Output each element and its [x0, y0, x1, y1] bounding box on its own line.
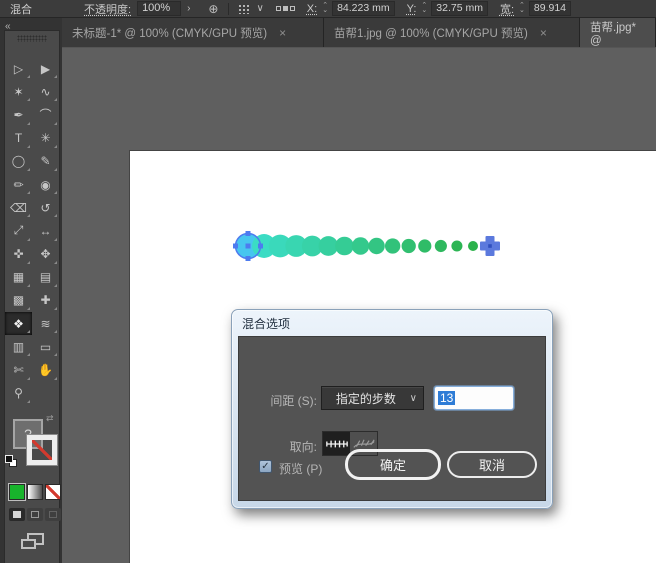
tab-title: 未标题-1* @ 100% (CMYK/GPU 预览): [72, 27, 268, 40]
y-label[interactable]: Y:: [407, 3, 417, 15]
blob-brush-tool[interactable]: ◉: [32, 173, 59, 196]
preview-label: 预览 (P): [279, 462, 323, 476]
align-to-page-icon: [325, 440, 348, 447]
color-button[interactable]: [8, 483, 26, 501]
ok-button[interactable]: 确定: [345, 449, 441, 480]
gradient-tool[interactable]: ▩: [5, 289, 32, 312]
artboard-tool[interactable]: ▭: [32, 335, 59, 358]
tab-untitled-1[interactable]: 未标题-1* @ 100% (CMYK/GPU 预览) ×: [62, 18, 324, 47]
tab-title: 苗帮.jpg* @: [590, 21, 637, 47]
free-transform-tool[interactable]: ✥: [32, 243, 59, 266]
ellipse-tool[interactable]: ◯: [5, 150, 32, 173]
tab-title: 苗帮1.jpg @ 100% (CMYK/GPU 预览): [334, 27, 528, 40]
direct-selection-tool[interactable]: ▶: [32, 57, 59, 80]
color-mode-row: [8, 483, 61, 501]
line-segment-tool[interactable]: ✳: [32, 127, 59, 150]
width-stepper[interactable]: ⌃ ⌄: [519, 2, 525, 14]
opacity-expand-button[interactable]: ›: [187, 3, 190, 14]
none-button[interactable]: [45, 484, 61, 500]
hand-tool[interactable]: ✋: [32, 358, 59, 381]
eyedropper-tool[interactable]: ✚: [32, 289, 59, 312]
tab-close-icon[interactable]: ×: [277, 26, 288, 40]
chevron-down-icon: ∨: [409, 392, 417, 404]
blend-tool[interactable]: ❖: [5, 312, 32, 336]
preview-checkbox[interactable]: ✓: [259, 460, 272, 473]
pen-tool[interactable]: ✒: [5, 103, 32, 126]
rotate-tool[interactable]: ↺: [32, 196, 59, 219]
dialog-body: 间距 (S): 指定的步数 ∨ 13 取向: ✓ 预览 (P) 确定 取消: [238, 336, 546, 501]
tools-panel: ▷ ▶ ✶ ∿ ✒ ⌒ T ✳ ◯ ✎ ✏ ◉ ⌫ ↺ ⤢ ↔ ✜ ✥ ▦ ▤ ▩ ✚ ❖ ≋ ▥ ▭ ✄ ✋ ⚲ ? ⇄: [4, 30, 61, 563]
screen-mode-button[interactable]: [21, 533, 45, 551]
x-stepper[interactable]: ⌃ ⌄: [322, 2, 328, 14]
spacing-select[interactable]: 指定的步数 ∨: [321, 386, 424, 410]
draw-normal-mode-button[interactable]: [9, 508, 25, 521]
spacing-label: 间距 (S):: [270, 394, 317, 408]
snap-grid-dropdown-icon[interactable]: ∨: [256, 3, 263, 14]
tab-close-icon[interactable]: ×: [538, 26, 549, 40]
steps-value-selected: 13: [438, 391, 456, 405]
tool-rail: « ▷ ▶ ✶ ∿ ✒ ⌒ T ✳ ◯ ✎ ✏ ◉ ⌫ ↺ ⤢ ↔ ✜ ✥ ▦ ▤ ▩ ✚ ❖ ≋ ▥ ▭ ✄ ✋ ⚲ ? ⇄: [0, 18, 62, 563]
tab-miaobang1-jpg[interactable]: 苗帮1.jpg @ 100% (CMYK/GPU 预览) ×: [324, 18, 580, 47]
draw-behind-mode-button[interactable]: [27, 508, 43, 521]
illustrator-window: 混合 不透明度: 100% › ⊕ ∨ X: ⌃ ⌄ 84.223 mm Y: ⌃…: [0, 0, 656, 563]
width-tool[interactable]: ↔: [32, 219, 59, 242]
opacity-value[interactable]: 100%: [137, 1, 182, 16]
mesh-tool[interactable]: ▤: [32, 266, 59, 289]
perspective-grid-tool[interactable]: ▦: [5, 266, 32, 289]
pencil-tool[interactable]: ✏: [5, 173, 32, 196]
scale-tool[interactable]: ⤢: [5, 219, 32, 242]
document-tab-bar: 未标题-1* @ 100% (CMYK/GPU 预览) × 苗帮1.jpg @ …: [62, 18, 656, 47]
width-value[interactable]: 89.914: [528, 1, 572, 16]
align-icon[interactable]: [275, 6, 295, 11]
swap-fill-stroke-icon[interactable]: ⇄: [46, 413, 54, 424]
spacing-selected-value: 指定的步数: [335, 391, 396, 406]
x-label[interactable]: X:: [307, 3, 317, 15]
toolbar-divider: [228, 2, 230, 15]
orientation-label: 取向:: [289, 440, 317, 454]
gradient-button[interactable]: [27, 484, 43, 500]
column-graph-tool[interactable]: ▥: [5, 335, 32, 358]
symbol-sprayer-tool[interactable]: ≋: [32, 312, 59, 335]
cancel-button[interactable]: 取消: [447, 451, 537, 478]
snap-grid-icon[interactable]: [237, 3, 251, 14]
screen-mode-icon: [21, 539, 36, 549]
curvature-tool[interactable]: ⌒: [32, 103, 59, 126]
paintbrush-tool[interactable]: ✎: [32, 150, 59, 173]
tab-miaobang-jpg[interactable]: 苗帮.jpg* @: [580, 18, 656, 47]
type-tool[interactable]: T: [5, 127, 32, 150]
opacity-label[interactable]: 不透明度:: [84, 1, 131, 17]
puppet-warp-tool[interactable]: ✜: [5, 243, 32, 266]
context-label: 混合: [10, 3, 32, 16]
y-value[interactable]: 32.75 mm: [431, 1, 488, 16]
tool-grid: ▷ ▶ ✶ ∿ ✒ ⌒ T ✳ ◯ ✎ ✏ ◉ ⌫ ↺ ⤢ ↔ ✜ ✥ ▦ ▤ ▩ ✚ ❖ ≋ ▥ ▭ ✄ ✋ ⚲: [5, 57, 59, 405]
align-to-page-button[interactable]: [323, 432, 350, 455]
selection-tool[interactable]: ▷: [5, 57, 32, 80]
fill-stroke-widget: ? ⇄: [5, 411, 59, 481]
y-stepper[interactable]: ⌃ ⌄: [421, 2, 427, 14]
lasso-tool[interactable]: ∿: [32, 80, 59, 103]
control-bar: 混合 不透明度: 100% › ⊕ ∨ X: ⌃ ⌄ 84.223 mm Y: ⌃…: [0, 0, 656, 18]
draw-inside-mode-button[interactable]: [45, 508, 61, 521]
default-fill-stroke-icon[interactable]: [5, 455, 17, 467]
x-value[interactable]: 84.223 mm: [332, 1, 395, 16]
stroke-swatch-none[interactable]: [26, 434, 58, 466]
zoom-tool[interactable]: ⚲: [5, 382, 32, 405]
blend-options-dialog: 混合选项 间距 (S): 指定的步数 ∨ 13 取向: ✓ 预览 (P) 确定 …: [231, 309, 553, 509]
canvas[interactable]: 混合选项 间距 (S): 指定的步数 ∨ 13 取向: ✓ 预览 (P) 确定 …: [62, 47, 656, 563]
dialog-titlebar[interactable]: 混合选项: [232, 310, 552, 336]
slice-tool[interactable]: ✄: [5, 358, 32, 381]
dialog-title: 混合选项: [242, 316, 291, 331]
steps-input[interactable]: 13: [434, 386, 514, 410]
width-label[interactable]: 宽:: [500, 1, 514, 17]
document-setup-icon[interactable]: ⊕: [208, 2, 218, 16]
magic-wand-tool[interactable]: ✶: [5, 80, 32, 103]
drawing-mode-row: [9, 508, 61, 521]
eraser-tool[interactable]: ⌫: [5, 196, 32, 219]
panel-grip-handle[interactable]: [17, 35, 47, 42]
